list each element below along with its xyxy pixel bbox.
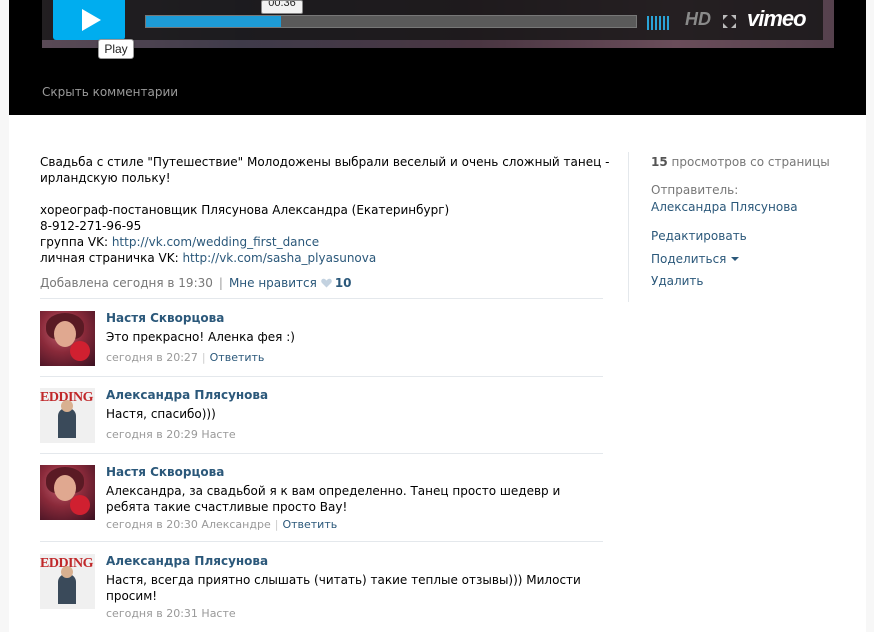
progress-fill bbox=[146, 16, 281, 27]
description-line: ирландскую польку! bbox=[40, 171, 171, 185]
player-controls: 00:36 HD vimeo bbox=[42, 0, 823, 40]
group-label: группа VK: bbox=[40, 235, 112, 249]
comment-author[interactable]: Настя Скворцова bbox=[106, 465, 224, 479]
hide-comments-link[interactable]: Скрыть комментарии bbox=[42, 85, 178, 99]
share-link[interactable]: Поделиться bbox=[651, 252, 740, 266]
reply-to[interactable]: Александре bbox=[201, 518, 270, 531]
volume-icon[interactable] bbox=[647, 16, 675, 30]
play-tooltip: Play bbox=[98, 39, 134, 59]
description-line: Свадьба с стиле "Путешествие" Молодожены… bbox=[40, 155, 610, 169]
views-count: 15 просмотров со страницы bbox=[651, 155, 830, 169]
comment-text: Настя, всегда приятно слышать (читать) т… bbox=[106, 573, 581, 603]
fullscreen-icon[interactable] bbox=[723, 15, 736, 28]
hd-button[interactable]: HD bbox=[685, 9, 711, 30]
divider bbox=[40, 298, 603, 299]
added-date: Добавлена сегодня в 19:30 bbox=[40, 276, 213, 290]
comment-text: Настя, спасибо))) bbox=[106, 407, 216, 421]
sidebar-divider bbox=[628, 152, 629, 302]
group-line: группа VK: http://vk.com/wedding_first_d… bbox=[40, 234, 580, 250]
comment: Настя Скворцова Это прекрасно! Аленка фе… bbox=[40, 311, 603, 371]
reply-to[interactable]: Насте bbox=[201, 428, 235, 441]
comment: EDDING Александра Плясунова Настя, спаси… bbox=[40, 388, 603, 448]
comment-meta: сегодня в 20:27 | Ответить bbox=[106, 351, 265, 364]
edit-link[interactable]: Редактировать bbox=[651, 229, 747, 243]
comment: Настя Скворцова Александра, за свадьбой … bbox=[40, 465, 603, 545]
avatar[interactable]: EDDING bbox=[40, 554, 95, 609]
comment-text: Это прекрасно! Аленка фея :) bbox=[106, 330, 295, 344]
avatar[interactable]: EDDING bbox=[40, 388, 95, 443]
video-description: Свадьба с стиле "Путешествие" Молодожены… bbox=[40, 154, 610, 266]
reply-to[interactable]: Насте bbox=[201, 607, 235, 620]
avatar[interactable] bbox=[40, 465, 95, 520]
like-link[interactable]: Мне нравится bbox=[229, 276, 317, 290]
time-tooltip: 00:36 bbox=[261, 0, 303, 14]
page-link[interactable]: http://vk.com/sasha_plyasunova bbox=[182, 251, 376, 265]
delete-link[interactable]: Удалить bbox=[651, 274, 704, 288]
divider bbox=[40, 376, 603, 377]
divider bbox=[40, 541, 603, 542]
comment-author[interactable]: Настя Скворцова bbox=[106, 311, 224, 325]
page-line: личная страничка VK: http://vk.com/sasha… bbox=[40, 250, 580, 266]
heart-icon[interactable] bbox=[321, 278, 332, 288]
share-label: Поделиться bbox=[651, 252, 727, 266]
description-line: 8-912-271-96-95 bbox=[40, 219, 142, 233]
sender-label: Отправитель: bbox=[651, 183, 739, 197]
video-player: 00:36 HD vimeo Play Скрыть комментарии bbox=[9, 0, 866, 115]
video-info-panel: Свадьба с стиле "Путешествие" Молодожены… bbox=[9, 115, 866, 632]
sender-name-link[interactable]: Александра Плясунова bbox=[651, 200, 798, 214]
page-label: личная страничка VK: bbox=[40, 251, 183, 265]
like-count: 10 bbox=[334, 276, 352, 290]
comment-meta: сегодня в 20:31 Насте bbox=[106, 607, 236, 620]
comment-meta: сегодня в 20:30 Александре | Ответить bbox=[106, 518, 338, 531]
description-line bbox=[40, 186, 580, 202]
comment-time[interactable]: сегодня в 20:27 bbox=[106, 351, 198, 364]
chevron-down-icon bbox=[731, 257, 740, 261]
comment-author[interactable]: Александра Плясунова bbox=[106, 388, 268, 402]
comment-meta: сегодня в 20:29 Насте bbox=[106, 428, 236, 441]
divider bbox=[40, 453, 603, 454]
comment-time[interactable]: сегодня в 20:30 bbox=[106, 518, 198, 531]
comment-time[interactable]: сегодня в 20:29 bbox=[106, 428, 198, 441]
progress-bar[interactable] bbox=[145, 15, 637, 28]
play-icon bbox=[82, 9, 101, 31]
video-meta: Добавлена сегодня в 19:30 | Мне нравится 10 bbox=[40, 276, 352, 290]
play-button[interactable] bbox=[53, 0, 125, 40]
reply-link[interactable]: Ответить bbox=[210, 351, 265, 364]
reply-link[interactable]: Ответить bbox=[282, 518, 337, 531]
vimeo-logo[interactable]: vimeo bbox=[747, 6, 807, 32]
comment-text: Александра, за свадьбой я к вам определе… bbox=[106, 484, 561, 514]
description-line: хореограф-постановщик Плясунова Александ… bbox=[40, 203, 450, 217]
comment-author[interactable]: Александра Плясунова bbox=[106, 554, 268, 568]
comment-time[interactable]: сегодня в 20:31 bbox=[106, 607, 198, 620]
avatar[interactable] bbox=[40, 311, 95, 366]
comment: EDDING Александра Плясунова Настя, всегд… bbox=[40, 554, 603, 632]
group-link[interactable]: http://vk.com/wedding_first_dance bbox=[112, 235, 319, 249]
